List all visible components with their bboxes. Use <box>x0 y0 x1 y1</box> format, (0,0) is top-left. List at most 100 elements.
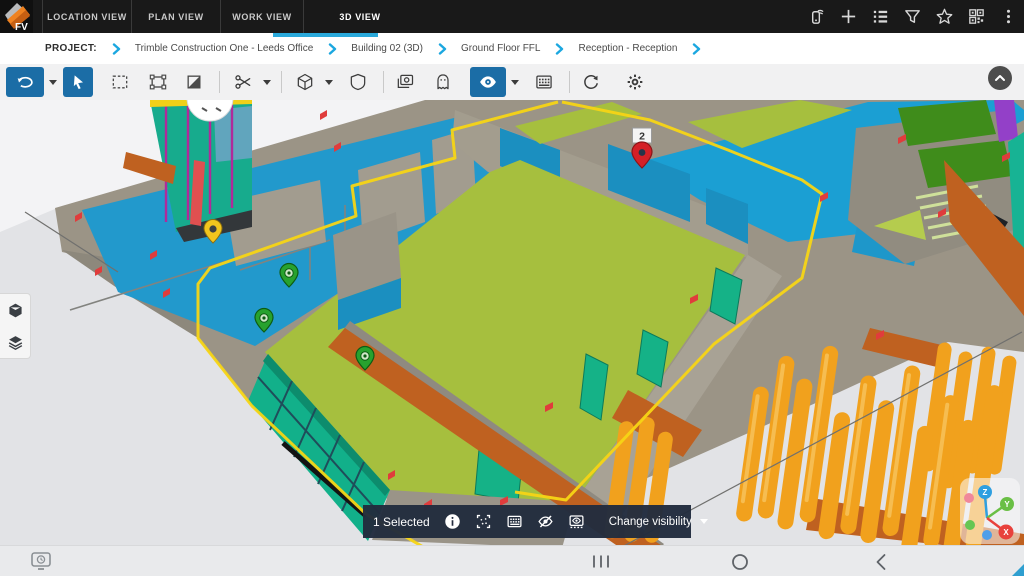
refresh-icon <box>581 72 601 92</box>
pin-label: 2 <box>639 131 645 143</box>
tab-3d-view[interactable]: 3D VIEW <box>304 0 416 33</box>
invert-selection-button[interactable] <box>179 67 209 97</box>
breadcrumb-item-room[interactable]: Reception - Reception <box>578 43 677 54</box>
filter-icon[interactable] <box>903 7 922 26</box>
toolbar-separator <box>219 71 220 93</box>
clash-protect-button[interactable] <box>343 67 373 97</box>
snapshot-button[interactable] <box>390 67 420 97</box>
section-cut-button[interactable] <box>228 67 258 97</box>
cube-icon[interactable] <box>7 302 24 319</box>
qr-code-icon[interactable] <box>967 7 986 26</box>
back-icon[interactable] <box>874 553 888 571</box>
overflow-menu-icon[interactable] <box>999 7 1018 26</box>
gizmo-dot-pink <box>964 493 974 503</box>
change-visibility-caret[interactable] <box>700 519 708 524</box>
view-tabs: LOCATION VIEW PLAN VIEW WORK VIEW 3D VIE… <box>42 0 416 33</box>
gizmo-dot-green <box>965 520 975 530</box>
orbit-button[interactable] <box>6 67 44 97</box>
toolbar-separator <box>281 71 282 93</box>
polygon-select-button[interactable] <box>143 67 173 97</box>
home-icon[interactable] <box>731 553 749 571</box>
hide-icon[interactable] <box>537 513 554 530</box>
tab-label: LOCATION VIEW <box>47 12 127 22</box>
gizmo-graphic: Z Y X <box>960 478 1020 544</box>
chevron-right-icon <box>436 43 448 55</box>
pen-corner-indicator <box>1011 564 1024 576</box>
marquee-select-icon <box>110 72 130 92</box>
measurements-button[interactable] <box>529 67 559 97</box>
eye-icon <box>478 72 498 92</box>
settings-button[interactable] <box>620 67 650 97</box>
keypad-icon <box>534 72 554 92</box>
ghost-icon <box>433 72 453 92</box>
gizmo-x-label: X <box>1003 528 1009 537</box>
orbit-icon <box>15 72 35 92</box>
tab-label: 3D VIEW <box>339 12 380 22</box>
add-icon[interactable] <box>839 7 858 26</box>
model-views-dropdown-caret[interactable] <box>325 80 333 85</box>
tab-label: WORK VIEW <box>232 12 291 22</box>
breadcrumb-prefix: PROJECT: <box>45 43 97 54</box>
zoom-to-selection-icon[interactable] <box>475 513 492 530</box>
recents-icon[interactable] <box>592 554 610 569</box>
toolbar-separator <box>569 71 570 93</box>
layers-icon[interactable] <box>7 334 24 351</box>
logo-text: FV <box>15 22 28 33</box>
camera-layers-icon <box>395 72 415 92</box>
refresh-button[interactable] <box>576 67 606 97</box>
orbit-dropdown-caret[interactable] <box>49 80 57 85</box>
model-viewport[interactable]: 2 <box>0 100 1024 545</box>
chevron-right-icon <box>553 43 565 55</box>
app-logo[interactable]: FV <box>0 0 33 33</box>
device-sync-icon[interactable] <box>807 7 826 26</box>
chevron-right-icon <box>326 43 338 55</box>
visibility-dropdown-caret[interactable] <box>511 80 519 85</box>
gizmo-dot-blue <box>982 530 992 540</box>
orientation-gizmo[interactable]: Z Y X <box>960 478 1020 544</box>
gizmo-z-label: Z <box>983 488 988 497</box>
star-icon[interactable] <box>935 7 954 26</box>
select-button[interactable] <box>63 67 93 97</box>
screen-pin-icon[interactable] <box>30 551 52 571</box>
select-cursor-icon <box>68 72 88 92</box>
invert-selection-icon <box>184 72 204 92</box>
chevron-right-icon <box>110 43 122 55</box>
tab-label: PLAN VIEW <box>148 12 203 22</box>
gizmo-y-label: Y <box>1004 500 1010 509</box>
breadcrumb: PROJECT: Trimble Construction One - Leed… <box>0 33 1024 65</box>
collapse-toolbar-button[interactable] <box>988 66 1012 90</box>
app-window: { "app": { "logo": "FV" }, "top_bar": { … <box>0 0 1024 576</box>
gear-icon <box>625 72 645 92</box>
toolbar-separator <box>383 71 384 93</box>
breadcrumb-item-building[interactable]: Building 02 (3D) <box>351 43 423 54</box>
android-nav-bar <box>0 545 1024 576</box>
tab-plan-view[interactable]: PLAN VIEW <box>132 0 221 33</box>
polygon-select-icon <box>148 72 168 92</box>
top-bar-actions <box>807 0 1018 33</box>
selection-count: 1 Selected <box>373 515 430 529</box>
list-icon[interactable] <box>871 7 890 26</box>
tab-location-view[interactable]: LOCATION VIEW <box>42 0 132 33</box>
breadcrumb-item-project[interactable]: Trimble Construction One - Leeds Office <box>135 43 313 54</box>
model-side-panel <box>0 293 31 359</box>
cube-icon <box>295 72 315 92</box>
keypad-icon[interactable] <box>506 513 523 530</box>
chevron-right-icon[interactable] <box>690 43 702 55</box>
fv-logo-graphic: FV <box>0 0 33 33</box>
top-app-bar: FV LOCATION VIEW PLAN VIEW WORK VIEW 3D … <box>0 0 1024 33</box>
selection-action-bar: 1 Selected Change visibility <box>363 505 691 538</box>
active-tab-underline <box>273 33 378 37</box>
scissors-icon <box>233 72 253 92</box>
section-dropdown-caret[interactable] <box>263 80 271 85</box>
info-icon[interactable] <box>444 513 461 530</box>
isolate-icon[interactable] <box>568 513 585 530</box>
model-views-button[interactable] <box>290 67 320 97</box>
collapse-up-icon <box>994 72 1006 84</box>
tab-work-view[interactable]: WORK VIEW <box>221 0 304 33</box>
visibility-button[interactable] <box>470 67 506 97</box>
breadcrumb-item-floor[interactable]: Ground Floor FFL <box>461 43 540 54</box>
marquee-select-button[interactable] <box>105 67 135 97</box>
model-toolbar <box>0 64 1024 101</box>
ghost-mode-button[interactable] <box>428 67 458 97</box>
change-visibility-button[interactable]: Change visibility <box>609 516 692 528</box>
